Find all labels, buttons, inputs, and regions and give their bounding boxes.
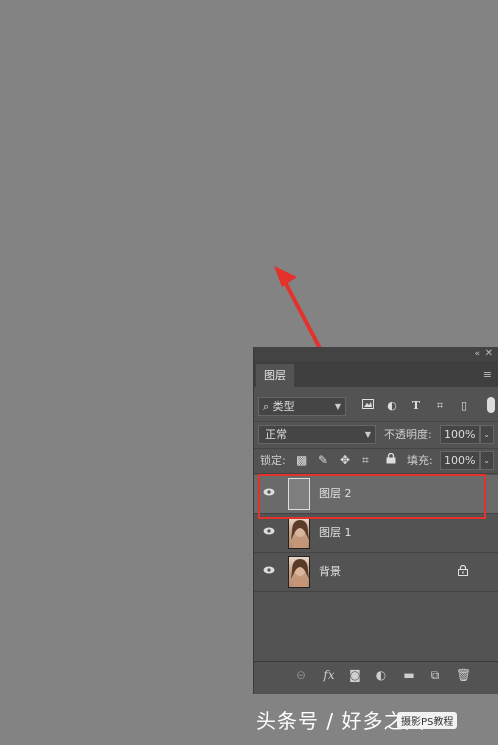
trash-icon[interactable]: 🗑 [456,668,471,682]
layer-name: 图层 1 [319,526,352,539]
lock-icon[interactable] [458,565,468,576]
layer-name: 背景 [319,565,341,578]
selected-layer-highlight [258,474,486,519]
shape-filter-icon[interactable]: ⌗ [433,399,447,413]
layers-panel: « ✕ 图层 ≡ ⌕ 类型 ▼ ◐ T ⌗ ▯ 正常 ▼ 不透明度: 100% … [253,347,498,694]
fill-dropdown[interactable]: ⌄ [480,451,494,470]
adjustment-filter-icon[interactable]: ◐ [385,399,399,413]
lock-image-pixels-icon[interactable]: ✎ [318,451,328,470]
lock-all-icon[interactable] [386,451,396,470]
fill-value: 100% [444,454,476,467]
close-icon[interactable]: ✕ [485,347,493,361]
blend-mode-value: 正常 [265,428,287,441]
link-layers-icon[interactable]: ⊖ [294,668,308,682]
chevron-down-icon: ▼ [334,402,341,411]
opacity-label: 不透明度: [384,428,432,441]
type-filter-icon[interactable]: T [409,399,423,413]
filter-kind-label: 类型 [272,400,295,413]
lock-label: 锁定: [260,454,286,467]
adjustment-layer-icon[interactable]: ◐ [374,668,388,682]
add-mask-icon[interactable]: ◙ [348,668,362,682]
layer-row-layer-1[interactable]: 图层 1 [254,514,498,553]
panel-tab-row: 图层 ≡ [254,361,498,387]
fill-input[interactable]: 100% [440,451,480,470]
opacity-input[interactable]: 100% [440,425,480,444]
new-group-icon[interactable]: ▬ [402,668,416,682]
opacity-dropdown[interactable]: ⌄ [480,425,494,444]
panel-menu-icon[interactable]: ≡ [483,368,492,381]
panel-bottom-bar: ⊖ fx ◙ ◐ ▬ ⧉ 🗑 [254,661,498,690]
filter-toggle[interactable] [487,397,495,413]
lock-transparent-pixels-icon[interactable]: ▩ [296,451,307,470]
new-layer-icon[interactable]: ⧉ [428,668,442,682]
chevron-down-icon: ⌄ [483,456,490,465]
lock-position-icon[interactable]: ✥ [340,451,350,470]
collapse-icon[interactable]: « [474,347,480,361]
blend-mode-select[interactable]: 正常 ▼ [258,425,376,444]
eye-icon[interactable] [263,566,275,574]
watermark-badge: 摄影PS教程 [397,712,458,729]
layer-thumbnail [288,556,310,588]
fx-button[interactable]: fx [322,668,336,682]
chevron-down-icon: ▼ [364,430,371,439]
tab-layers[interactable]: 图层 [256,364,294,387]
eye-icon[interactable] [263,527,275,535]
layer-row-background[interactable]: 背景 [254,553,498,592]
image-filter-icon[interactable] [361,399,375,413]
layer-thumbnail [288,517,310,549]
lock-artboard-icon[interactable]: ⌗ [362,451,369,470]
filter-kind-select[interactable]: ⌕ 类型 ▼ [258,397,346,416]
chevron-down-icon: ⌄ [483,430,490,439]
smart-object-filter-icon[interactable]: ▯ [457,399,471,413]
panel-titlebar: « ✕ [254,347,498,361]
opacity-value: 100% [444,428,476,441]
fill-label: 填充: [407,454,433,467]
search-icon: ⌕ [263,400,270,413]
